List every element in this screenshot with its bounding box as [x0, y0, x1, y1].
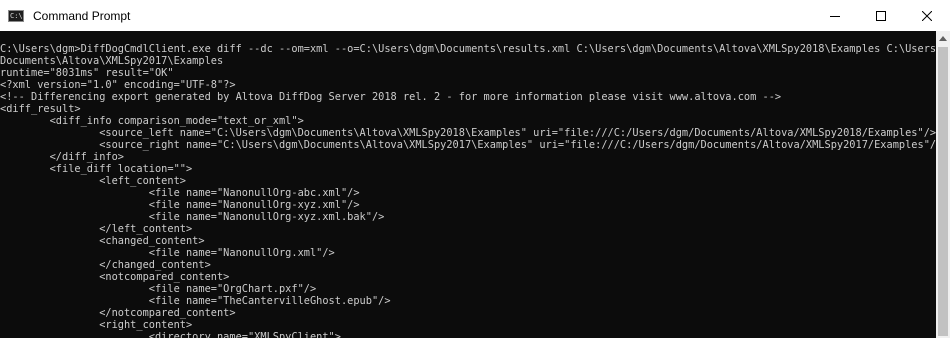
console-line: <file name="NanonullOrg-xyz.xml"/>	[0, 199, 360, 211]
minimize-icon	[830, 15, 840, 17]
window-controls	[812, 0, 950, 31]
console-output[interactable]: C:\Users\dgm>DiffDogCmdlClient.exe diff …	[0, 31, 936, 338]
console-line: Documents\Altova\XMLSpy2017\Examples	[0, 55, 224, 67]
console-line: <source_left name="C:\Users\dgm\Document…	[0, 127, 936, 139]
console-line: <changed_content>	[0, 235, 205, 247]
console-line: <file name="NanonullOrg-xyz.xml.bak"/>	[0, 211, 385, 223]
title-bar[interactable]: C:\ Command Prompt	[0, 0, 950, 31]
minimize-button[interactable]	[812, 0, 858, 31]
scroll-up-button[interactable]	[936, 31, 950, 45]
console-line: </changed_content>	[0, 259, 211, 271]
chevron-up-icon	[939, 35, 947, 41]
console-line: runtime="8031ms" result="OK"	[0, 67, 174, 79]
console-line: <right_content>	[0, 319, 193, 331]
console-line: <directory name="XMLSpyClient">	[0, 331, 341, 338]
maximize-icon	[876, 10, 886, 21]
close-icon	[922, 10, 932, 21]
console-line: <diff_result>	[0, 103, 81, 115]
console-line: <diff_info comparison_mode="text_or_xml"…	[0, 115, 304, 127]
console-line: <file name="NanonullOrg-abc.xml"/>	[0, 187, 360, 199]
console-line: </notcompared_content>	[0, 307, 236, 319]
maximize-button[interactable]	[858, 0, 904, 31]
console-line: <file_diff location="">	[0, 163, 193, 175]
close-button[interactable]	[904, 0, 950, 31]
console-line: <file name="NanonullOrg.xml"/>	[0, 247, 335, 259]
console-line: <?xml version="1.0" encoding="UTF-8"?>	[0, 79, 236, 91]
console-line: <file name="TheCantervilleGhost.epub"/>	[0, 295, 391, 307]
vertical-scrollbar[interactable]	[936, 31, 950, 338]
console-line: <source_right name="C:\Users\dgm\Documen…	[0, 139, 936, 151]
console-line: <notcompared_content>	[0, 271, 230, 283]
console-line: C:\Users\dgm>DiffDogCmdlClient.exe diff …	[0, 43, 936, 55]
console-line: <file name="OrgChart.pxf"/>	[0, 283, 317, 295]
command-prompt-window: C:\ Command Prompt C:\Users\dgm>DiffDogC…	[0, 0, 950, 338]
scrollbar-thumb[interactable]	[938, 47, 948, 336]
console-line: </diff_info>	[0, 151, 124, 163]
console-line: <left_content>	[0, 175, 186, 187]
console-line: <!-- Differencing export generated by Al…	[0, 91, 782, 103]
cmd-icon: C:\	[8, 9, 24, 22]
window-title: Command Prompt	[33, 8, 131, 23]
console-line: </left_content>	[0, 223, 193, 235]
